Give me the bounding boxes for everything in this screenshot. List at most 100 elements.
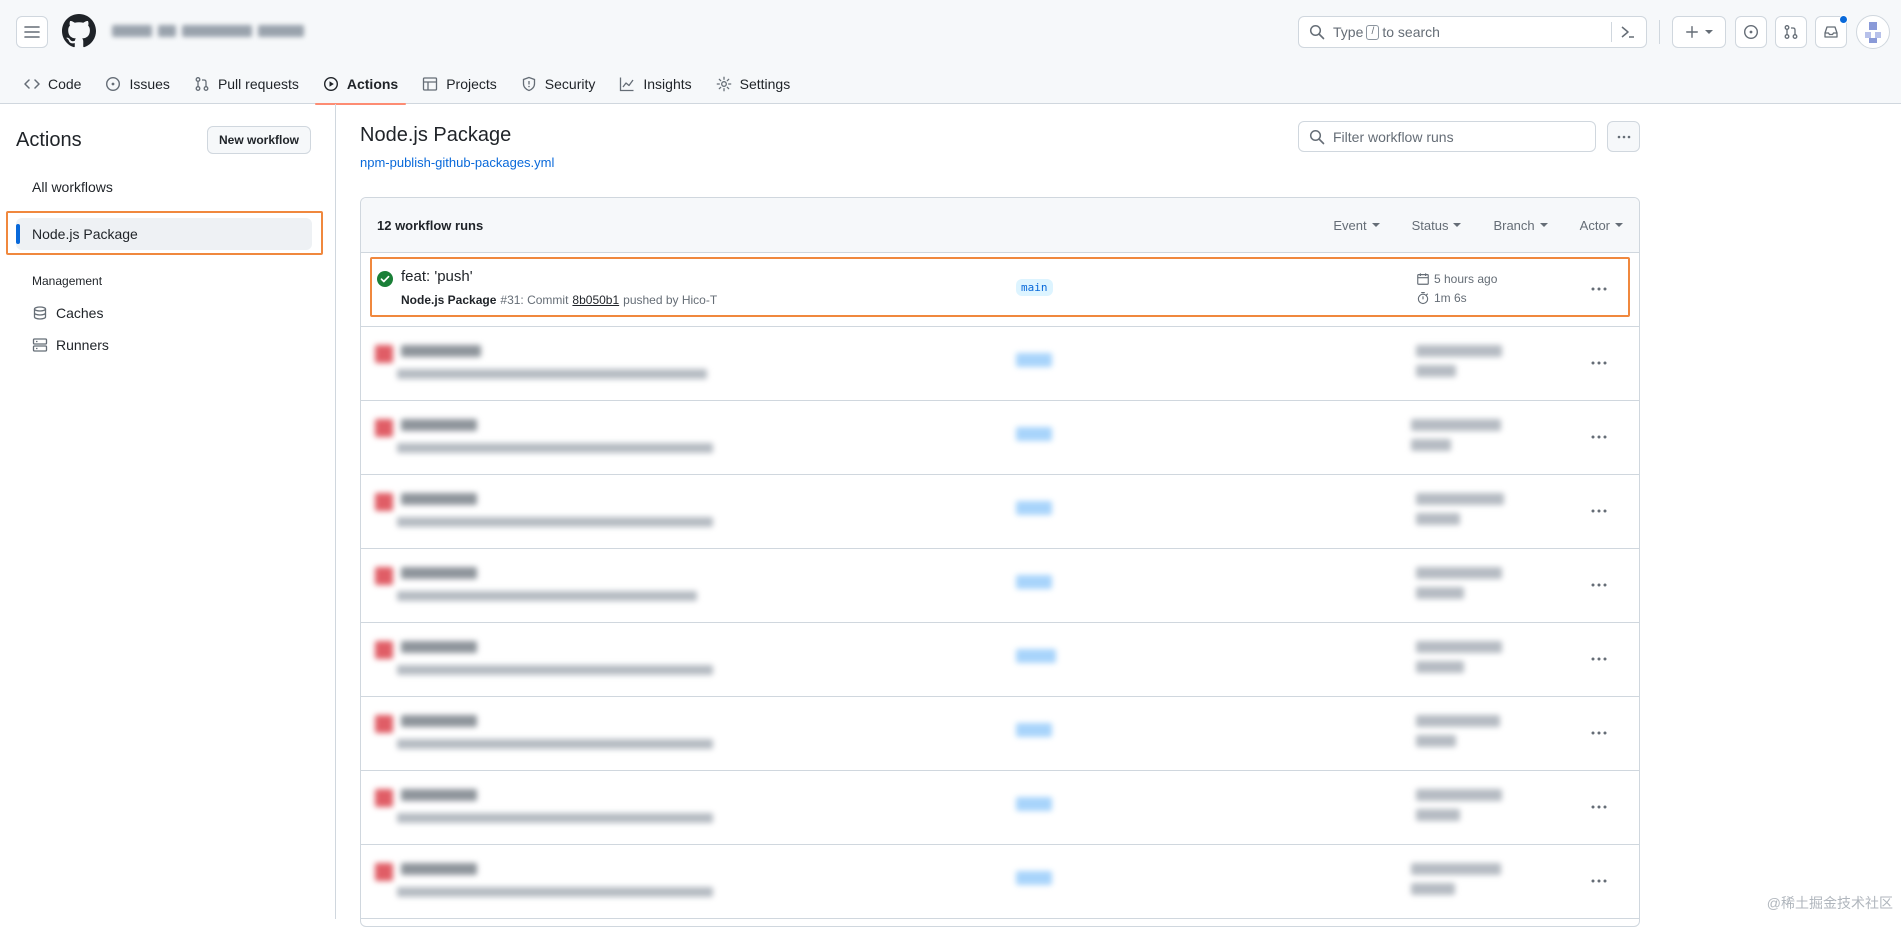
runs-count: 12 workflow runs bbox=[377, 217, 484, 233]
sidebar-item-label: Runners bbox=[56, 337, 109, 353]
table-row-redacted[interactable] bbox=[361, 327, 1639, 401]
table-row[interactable]: feat: 'push' Node.js Package #31: Commit… bbox=[361, 253, 1639, 327]
sidebar-section-heading: Management bbox=[32, 274, 103, 288]
tab-label: Insights bbox=[643, 76, 692, 92]
table-row-redacted[interactable] bbox=[361, 475, 1639, 549]
search-icon bbox=[1309, 129, 1325, 144]
tab-code[interactable]: Code bbox=[16, 64, 89, 104]
tab-issues[interactable]: Issues bbox=[97, 64, 177, 104]
selected-workflow-highlight bbox=[6, 211, 323, 255]
runs-list-header: 12 workflow runs Event Status Branch Act… bbox=[361, 198, 1639, 253]
search-icon bbox=[1309, 24, 1325, 40]
gear-icon bbox=[716, 76, 731, 92]
issues-button[interactable] bbox=[1735, 16, 1767, 48]
sidebar-item-all-workflows[interactable]: All workflows bbox=[16, 171, 312, 203]
chevron-down-icon bbox=[1705, 30, 1713, 34]
tab-actions[interactable]: Actions bbox=[314, 64, 407, 105]
kebab-horizontal-icon[interactable] bbox=[1589, 651, 1609, 667]
global-search-input[interactable]: Type / to search bbox=[1298, 16, 1647, 48]
user-avatar[interactable] bbox=[1856, 15, 1890, 49]
kebab-horizontal-icon[interactable] bbox=[1589, 725, 1609, 741]
sidebar-item-label: All workflows bbox=[32, 179, 113, 195]
code-icon bbox=[24, 79, 40, 89]
table-row-redacted[interactable] bbox=[361, 845, 1639, 919]
inbox-icon bbox=[1824, 26, 1838, 38]
table-row-redacted[interactable] bbox=[361, 623, 1639, 697]
table-row-redacted[interactable] bbox=[361, 401, 1639, 475]
kebab-horizontal-icon[interactable] bbox=[1589, 503, 1609, 519]
chevron-down-icon bbox=[1539, 223, 1548, 227]
filter-label: Event bbox=[1333, 217, 1367, 233]
runs-filter-bar: Event Status Branch Actor bbox=[1333, 218, 1623, 233]
tab-insights[interactable]: Insights bbox=[611, 64, 699, 104]
kebab-horizontal-icon[interactable] bbox=[1589, 873, 1609, 889]
kebab-horizontal-icon[interactable] bbox=[1589, 355, 1609, 371]
plus-icon bbox=[1686, 26, 1698, 38]
filter-event[interactable]: Event bbox=[1333, 217, 1380, 233]
menu-icon bbox=[24, 26, 40, 38]
workflow-file-link[interactable]: npm-publish-github-packages.yml bbox=[360, 155, 554, 170]
chevron-down-icon bbox=[1453, 223, 1462, 227]
search-shortcut-key: / bbox=[1366, 24, 1380, 40]
table-row-redacted[interactable] bbox=[361, 549, 1639, 623]
tab-security[interactable]: Security bbox=[513, 64, 604, 104]
github-logo-icon[interactable] bbox=[62, 14, 96, 48]
tab-label: Projects bbox=[446, 76, 497, 92]
search-placeholder-suffix: to search bbox=[1382, 24, 1440, 40]
filter-actor[interactable]: Actor bbox=[1580, 218, 1623, 233]
tab-settings[interactable]: Settings bbox=[708, 64, 799, 104]
kebab-horizontal-icon[interactable] bbox=[1589, 429, 1609, 445]
chevron-down-icon bbox=[1371, 223, 1380, 227]
filter-label: Actor bbox=[1579, 217, 1610, 233]
kebab-horizontal-icon[interactable] bbox=[1589, 799, 1609, 815]
tab-label: Settings bbox=[739, 76, 791, 92]
command-palette-button[interactable] bbox=[1611, 22, 1636, 42]
terminal-icon bbox=[1621, 26, 1634, 38]
kebab-horizontal-icon[interactable] bbox=[1589, 577, 1609, 593]
sidebar-item-caches[interactable]: Caches bbox=[32, 301, 103, 325]
workflow-runs-list: 12 workflow runs Event Status Branch Act… bbox=[360, 197, 1640, 927]
search-placeholder: Type / to search bbox=[1333, 24, 1440, 40]
server-icon bbox=[32, 338, 48, 352]
sidebar-item-label: Caches bbox=[56, 305, 104, 321]
tab-pull-requests[interactable]: Pull requests bbox=[186, 64, 307, 104]
table-icon bbox=[423, 77, 438, 91]
table-row-redacted[interactable] bbox=[361, 697, 1639, 771]
tab-label: Issues bbox=[129, 76, 170, 92]
create-new-button[interactable] bbox=[1672, 16, 1726, 48]
filter-label: Status bbox=[1411, 217, 1449, 233]
app-header: Type / to search Code Issues Pull reques… bbox=[0, 0, 1901, 105]
tab-label: Actions bbox=[346, 76, 399, 92]
repository-name-redacted bbox=[112, 21, 312, 41]
filter-placeholder: Filter workflow runs bbox=[1333, 128, 1454, 145]
selected-run-highlight bbox=[370, 257, 1630, 317]
tab-label: Pull requests bbox=[217, 76, 299, 92]
sidebar-item-runners[interactable]: Runners bbox=[32, 333, 109, 357]
database-icon bbox=[33, 306, 47, 320]
filter-status[interactable]: Status bbox=[1412, 218, 1462, 233]
issue-opened-icon bbox=[106, 76, 121, 92]
tab-label: Code bbox=[48, 76, 82, 92]
header-divider bbox=[1659, 20, 1660, 44]
graph-icon bbox=[620, 77, 634, 92]
tab-label: Security bbox=[544, 76, 596, 92]
new-workflow-button[interactable]: New workflow bbox=[207, 126, 311, 154]
filter-branch[interactable]: Branch bbox=[1493, 217, 1548, 233]
workflow-options-button[interactable] bbox=[1607, 121, 1640, 152]
pull-requests-button[interactable] bbox=[1775, 16, 1807, 48]
git-pull-request-icon bbox=[195, 77, 209, 91]
notification-indicator bbox=[1839, 15, 1848, 24]
tab-projects[interactable]: Projects bbox=[414, 64, 505, 104]
filter-workflow-runs-input[interactable]: Filter workflow runs bbox=[1298, 121, 1596, 152]
shield-icon bbox=[522, 76, 535, 92]
table-row-redacted[interactable] bbox=[361, 771, 1639, 845]
workflow-title: Node.js Package bbox=[360, 124, 512, 146]
repo-nav-tabs: Code Issues Pull requests Actions Projec… bbox=[16, 64, 806, 105]
hamburger-menu-button[interactable] bbox=[16, 16, 48, 48]
watermark: @稀土掘金技术社区 bbox=[1766, 895, 1893, 911]
filter-label: Branch bbox=[1493, 217, 1535, 233]
search-placeholder-text: Type bbox=[1333, 24, 1364, 40]
sidebar-title: Actions bbox=[16, 129, 82, 151]
play-icon bbox=[323, 76, 338, 92]
git-pull-request-icon bbox=[1784, 25, 1798, 39]
